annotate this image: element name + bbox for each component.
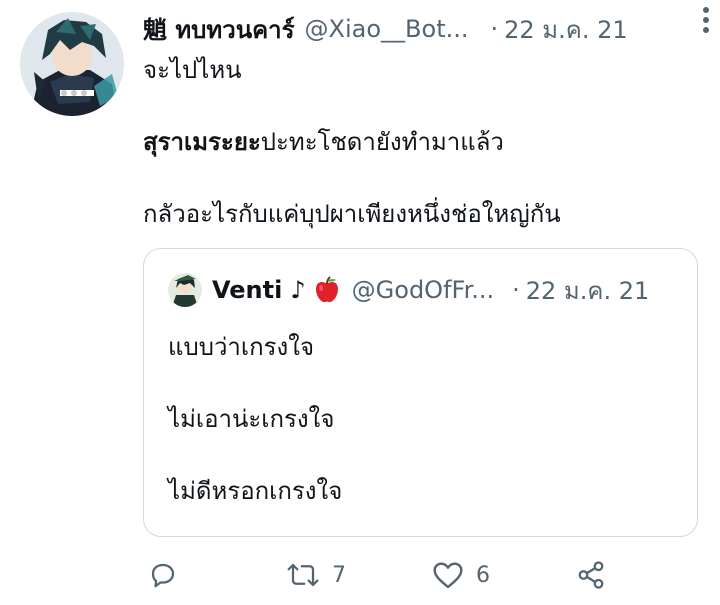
tweet-header: 魈 ทบทวนคาร์ @Xiao__Bot... · 22 ม.ค. 21: [143, 12, 703, 46]
share-icon: [578, 561, 604, 589]
quoted-tweet-line: ไม่ดีหรอกเกรงใจ: [168, 477, 343, 505]
tweet-date[interactable]: 22 ม.ค. 21: [504, 10, 627, 49]
tweet-line: จะไปไหน: [143, 56, 242, 84]
like-count: 6: [476, 562, 490, 588]
quoted-author-avatar: [168, 273, 202, 307]
author-avatar-image: [20, 12, 124, 116]
tweet-bold-text: สุราเมระยะ: [143, 128, 261, 156]
apple-emoji-icon: [314, 276, 340, 304]
retweet-button[interactable]: 7: [286, 558, 346, 592]
author-name[interactable]: 魈 ทบทวนคาร์: [143, 10, 295, 49]
tweet-line: กลัวอะไรกับแค่บุปผาเพียงหนึ่งช่อใหญ่กัน: [143, 200, 561, 228]
retweet-icon: [287, 563, 319, 587]
quoted-separator-dot: ·: [512, 276, 520, 304]
tweet-action-bar: 7 6: [148, 558, 618, 592]
quoted-author-name: Venti: [212, 276, 283, 304]
quoted-tweet[interactable]: Venti ♪ @GodOfFr... · 22 ม.ค. 21 แบบว่าเ…: [143, 248, 698, 537]
reply-button[interactable]: [148, 558, 178, 592]
share-button[interactable]: [576, 558, 606, 592]
quoted-tweet-line: ไม่เอาน่ะเกรงใจ: [168, 405, 335, 433]
tweet-line-rest: ปะทะโชดายังทำมาแล้ว: [260, 128, 504, 156]
separator-dot: ·: [490, 15, 499, 43]
like-button[interactable]: 6: [432, 558, 490, 592]
quoted-tweet-text: แบบว่าเกรงใจ ไม่เอาน่ะเกรงใจ ไม่ดีหรอกเก…: [168, 329, 342, 509]
more-options-icon[interactable]: [702, 4, 710, 40]
retweet-count: 7: [332, 562, 346, 588]
tweet-text: จะไปไหน สุราเมระยะปะทะโชดายังทำมาแล้ว กล…: [143, 52, 703, 232]
author-avatar[interactable]: [20, 12, 124, 116]
quoted-tweet-line: แบบว่าเกรงใจ: [168, 333, 315, 361]
quoted-author-handle: @GodOfFr...: [351, 276, 495, 304]
quoted-tweet-header: Venti ♪ @GodOfFr... · 22 ม.ค. 21: [168, 273, 649, 307]
tweet-line: สุราเมระยะปะทะโชดายังทำมาแล้ว: [143, 124, 703, 160]
quoted-author-symbol: ♪: [290, 276, 306, 304]
quoted-tweet-date: 22 ม.ค. 21: [525, 276, 650, 305]
reply-icon: [151, 563, 175, 588]
author-handle[interactable]: @Xiao__Bot...: [305, 15, 469, 43]
heart-icon: [433, 562, 463, 589]
